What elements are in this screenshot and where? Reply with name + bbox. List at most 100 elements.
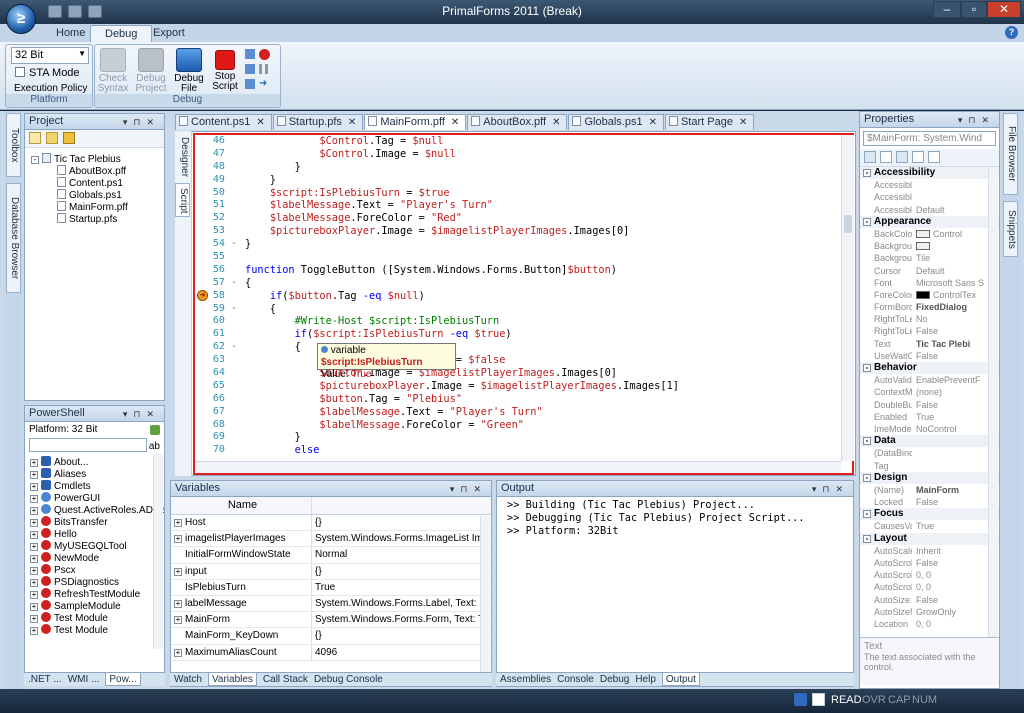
property-row[interactable]: ImeMode NoControl [860, 423, 999, 435]
new-project-icon[interactable] [29, 132, 41, 144]
file-browser-side-tab[interactable]: File Browser [1003, 113, 1018, 195]
help-tab[interactable]: Help [635, 673, 656, 686]
output-text[interactable]: >> Building (Tic Tac Plebius) Project...… [497, 497, 853, 538]
minimize-button[interactable]: – [933, 1, 961, 18]
collapse-icon[interactable]: - [863, 510, 871, 519]
layout-status-icon[interactable] [812, 693, 825, 706]
expand-icon[interactable]: + [30, 567, 38, 575]
powershell-list-item[interactable]: + MyUSEGQLTool [30, 540, 164, 552]
scrollbar[interactable] [153, 454, 163, 649]
object-selector[interactable]: $MainForm: System.Wind [863, 131, 996, 146]
property-row[interactable]: RightToLeft No [860, 313, 999, 325]
powershell-list-item[interactable]: + Hello [30, 528, 164, 540]
powershell-list-item[interactable]: + NewMode [30, 552, 164, 564]
app-menu-button[interactable]: ≥ [6, 4, 36, 34]
scrollbar[interactable] [988, 167, 998, 637]
stop-script-button[interactable]: Stop Script [207, 48, 243, 92]
call-stack-tab[interactable]: Call Stack [263, 673, 308, 686]
expand-icon[interactable]: + [174, 567, 182, 576]
code-line[interactable]: $Control.Tag = $null [245, 135, 840, 148]
bitness-select[interactable]: 32 Bit ▼ [11, 47, 89, 64]
property-category[interactable]: - Design [860, 471, 999, 484]
code-line[interactable]: $pictureboxPlayer.Image = $imagelistPlay… [245, 225, 840, 238]
property-row[interactable]: BackgroundI [860, 240, 999, 252]
code-line[interactable]: $script:IsPlebiusTurn = $true [245, 187, 840, 200]
powershell-list-item[interactable]: + Aliases [30, 468, 164, 480]
debug-tab[interactable]: Debug [600, 673, 629, 686]
expand-icon[interactable]: + [30, 615, 38, 623]
panel-controls[interactable]: ▾⊓✕ [450, 482, 487, 497]
powershell-list-item[interactable]: + Test Module [30, 624, 164, 636]
code-line[interactable]: } [245, 431, 840, 444]
code-line[interactable]: } [245, 174, 840, 187]
document-tab[interactable]: Start Page ✕ [664, 114, 755, 130]
close-button[interactable]: ✕ [987, 1, 1021, 18]
property-pages-icon[interactable] [928, 151, 940, 163]
debug-console-tab[interactable]: Debug Console [314, 673, 383, 686]
property-category[interactable]: - Data [860, 435, 999, 448]
scrollbar[interactable] [480, 516, 490, 686]
variable-row[interactable]: + imagelistPlayerImages System.Windows.For… [171, 531, 491, 548]
sta-mode-checkbox[interactable]: STA Mode [15, 67, 80, 79]
variable-row[interactable]: IsPlebiusTurn True [171, 579, 491, 596]
property-row[interactable]: AutoScaleM Inherit [860, 545, 999, 557]
open-folder-icon[interactable] [63, 132, 75, 144]
variable-row[interactable]: + input{} [171, 563, 491, 580]
panel-controls[interactable]: ▾⊓✕ [958, 113, 995, 128]
powershell-list-item[interactable]: + SampleModule [30, 600, 164, 612]
expand-icon[interactable]: + [30, 591, 38, 599]
panel-controls[interactable]: ▾⊓✕ [123, 407, 160, 422]
run-to-cursor-icon[interactable]: ➜ [259, 78, 267, 89]
variable-row[interactable]: + MainForm System.Windows.Forms.Form, Text… [171, 612, 491, 629]
expand-icon[interactable]: + [30, 507, 38, 515]
name-column-header[interactable]: Name [171, 497, 312, 514]
property-row[interactable]: AutoSizeMo GrowOnly [860, 606, 999, 618]
project-root[interactable]: - Tic Tac Plebius [31, 153, 164, 165]
property-row[interactable]: BackColor Control [860, 228, 999, 240]
property-row[interactable]: RightToLeftL False [860, 325, 999, 337]
breakpoint-icon[interactable] [259, 49, 270, 60]
property-row[interactable]: BackgroundI Tile [860, 252, 999, 264]
collapse-icon[interactable]: - [863, 364, 871, 372]
powershell-list-item[interactable]: + PSDiagnostics [30, 576, 164, 588]
property-row[interactable]: Enabled True [860, 411, 999, 423]
close-tab-icon[interactable]: ✕ [552, 117, 560, 128]
expand-icon[interactable]: + [30, 471, 38, 479]
project-file[interactable]: MainForm.pff [57, 201, 164, 213]
document-tab[interactable]: Globals.ps1 ✕ [568, 114, 664, 130]
ribbon-tab-export[interactable]: Export [139, 25, 199, 42]
expand-icon[interactable]: + [174, 648, 182, 657]
code-line[interactable]: $labelMessage.ForeColor = "Green" [245, 419, 840, 432]
watch-tab[interactable]: Watch [174, 673, 202, 686]
powershell-search-input[interactable] [29, 438, 147, 452]
designer-tab[interactable]: Designer [175, 133, 190, 181]
editor-vertical-scrollbar[interactable] [841, 135, 854, 461]
help-icon[interactable]: ? [1005, 26, 1018, 39]
step-into-icon[interactable] [245, 64, 255, 74]
code-area[interactable]: $Control.Tag = $null $Control.Image = $n… [245, 135, 840, 461]
alphabetical-icon[interactable] [880, 151, 892, 163]
collapse-icon[interactable]: - [863, 217, 871, 226]
assemblies-tab[interactable]: Assemblies [500, 673, 551, 686]
property-row[interactable]: (DataBinding [860, 447, 999, 459]
close-tab-icon[interactable]: ✕ [348, 117, 356, 128]
expand-icon[interactable]: + [30, 531, 38, 539]
code-line[interactable]: { [245, 277, 840, 290]
powershell-tab[interactable]: Pow... [105, 673, 141, 686]
powershell-list-item[interactable]: + Cmdlets [30, 480, 164, 492]
expand-icon[interactable]: + [174, 519, 182, 527]
property-row[interactable]: Tag [860, 460, 999, 472]
current-line-arrow-icon[interactable]: ➜ [197, 290, 208, 301]
code-line[interactable]: { [245, 303, 840, 316]
expand-icon[interactable]: + [30, 483, 38, 491]
code-line[interactable]: $labelMessage.Text = "Player's Turn" [245, 406, 840, 419]
panel-controls[interactable]: ▾⊓✕ [123, 115, 160, 130]
properties-icon[interactable] [896, 151, 908, 163]
property-row[interactable]: AutoValidate EnablePreventF [860, 374, 999, 386]
property-row[interactable]: AccessibleNa [860, 191, 999, 203]
property-row[interactable]: Text Tic Tac Plebi [860, 338, 999, 350]
powershell-list-item[interactable]: + Quest.ActiveRoles.ADMa [30, 504, 164, 516]
console-tab[interactable]: Console [557, 673, 594, 686]
powershell-status-icon[interactable] [794, 693, 807, 706]
categorized-icon[interactable] [864, 151, 876, 163]
